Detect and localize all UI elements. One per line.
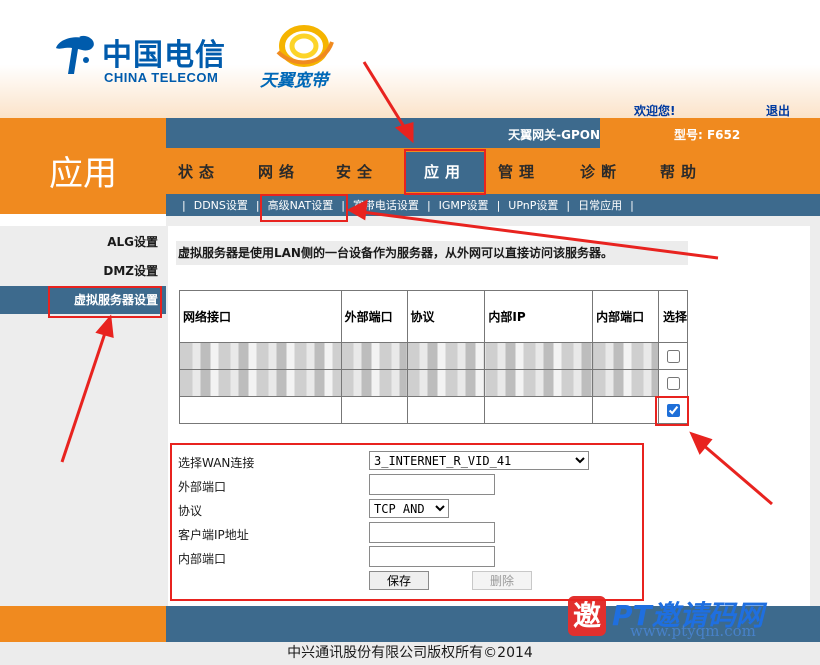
sub-brand: 天翼宽带 [260, 71, 328, 91]
col-header-protocol: 协议 [406, 290, 486, 343]
sub-nav-separator: | [426, 198, 431, 212]
bottom-bar-left [0, 606, 166, 642]
china-telecom-logo: 中国电信 CHINA TELECOM [50, 28, 250, 88]
redacted-cell [406, 369, 486, 397]
welcome-text: 欢迎您! [634, 104, 676, 118]
tab-diagnostics[interactable]: 诊断 [570, 158, 632, 186]
tianyi-swirl-icon [276, 25, 334, 67]
watermark-url: www.ptyqm.com [630, 622, 756, 640]
redacted-cell [592, 369, 659, 397]
table-cell [340, 396, 408, 424]
highlight-form [170, 443, 644, 601]
model-box: 型号: F652 [600, 118, 820, 148]
redacted-cell [484, 342, 594, 370]
highlight-checkbox [655, 396, 689, 426]
subnav-voip[interactable]: 宽带电话设置 [353, 197, 419, 213]
tab-management[interactable]: 管理 [488, 158, 550, 186]
col-header-internal-port: 内部端口 [592, 290, 659, 343]
sub-nav-separator: | [630, 198, 634, 212]
tab-security[interactable]: 安全 [326, 158, 388, 186]
select-cell [658, 342, 688, 370]
section-title-box: 应用 [0, 118, 166, 214]
virtual-server-table: 网络接口 外部端口 协议 内部IP 内部端口 选择 [179, 290, 688, 424]
gateway-title: 天翼网关-GPON [508, 128, 600, 142]
logout-link[interactable]: 退出 [766, 102, 790, 119]
table-cell [179, 396, 342, 424]
page-header: 中国电信 CHINA TELECOM 天翼宽带 欢迎您! 退出 [0, 0, 820, 118]
redacted-cell [179, 342, 342, 370]
sidebar: ALG设置 DMZ设置 虚拟服务器设置 [0, 226, 166, 606]
sub-nav-separator: | [496, 198, 501, 212]
subnav-ddns[interactable]: DDNS设置 [194, 197, 248, 213]
table-cell [484, 396, 594, 424]
subnav-igmp[interactable]: IGMP设置 [439, 197, 489, 213]
brand-cn: 中国电信 [102, 38, 226, 73]
table-row[interactable] [179, 369, 688, 397]
redacted-cell [484, 369, 594, 397]
row-select-checkbox[interactable] [666, 376, 680, 390]
sub-nav-separator: | [566, 198, 571, 212]
tianyi-logo: 天翼宽带 [260, 22, 350, 91]
copyright-footer: 中兴通讯股份有限公司版权所有©2014 [0, 642, 820, 665]
col-header-interface: 网络接口 [179, 290, 342, 343]
sub-nav-separator: | [182, 198, 186, 212]
col-header-external-port: 外部端口 [340, 290, 408, 343]
redacted-cell [179, 369, 342, 397]
table-row[interactable] [179, 396, 688, 424]
tab-help[interactable]: 帮助 [650, 158, 712, 186]
sidebar-item-dmz[interactable]: DMZ设置 [0, 257, 166, 285]
table-header-row: 网络接口 外部端口 协议 内部IP 内部端口 选择 [179, 290, 688, 343]
section-title: 应用 [49, 154, 117, 194]
model-label: 型号: F652 [674, 128, 741, 142]
table-row[interactable] [179, 342, 688, 370]
table-cell [592, 396, 659, 424]
redacted-cell [340, 342, 408, 370]
table-cell [406, 396, 486, 424]
tab-network[interactable]: 网络 [248, 158, 310, 186]
china-telecom-mark-icon [56, 36, 94, 74]
page-description: 虚拟服务器是使用LAN侧的一台设备作为服务器，从外网可以直接访问该服务器。 [176, 241, 688, 265]
brand-en: CHINA TELECOM [104, 70, 219, 85]
col-header-select: 选择 [658, 290, 688, 343]
redacted-cell [406, 342, 486, 370]
highlight-subnav-nat [260, 194, 348, 222]
redacted-cell [340, 369, 408, 397]
highlight-tab-application [404, 149, 486, 195]
watermark-seal: 邀 [568, 596, 606, 636]
gateway-strip: 天翼网关-GPON [166, 118, 600, 148]
redacted-cell [592, 342, 659, 370]
row-select-checkbox[interactable] [666, 349, 680, 363]
highlight-sidebar-virtual-server [48, 286, 162, 318]
sidebar-item-alg[interactable]: ALG设置 [0, 228, 166, 256]
col-header-internal-ip: 内部IP [484, 290, 594, 343]
main-nav: 状态 网络 安全 应用 管理 诊断 帮助 [166, 148, 820, 194]
select-cell [658, 369, 688, 397]
tab-status[interactable]: 状态 [168, 158, 230, 186]
subnav-upnp[interactable]: UPnP设置 [508, 197, 558, 213]
subnav-daily-apps[interactable]: 日常应用 [578, 197, 622, 213]
